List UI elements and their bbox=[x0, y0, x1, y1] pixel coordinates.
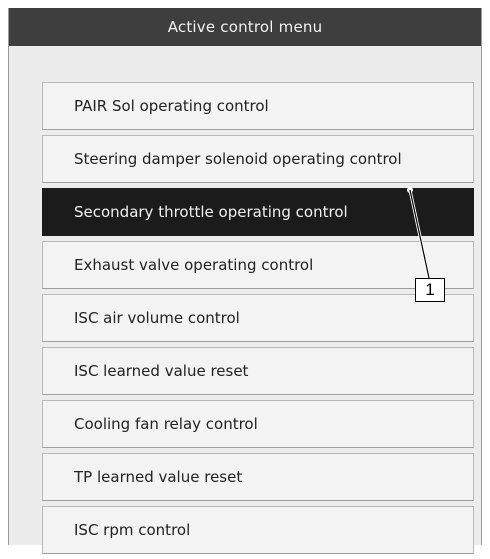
menu-item-label: TP learned value reset bbox=[74, 468, 243, 486]
menu-item-cooling-fan-relay-control[interactable]: Cooling fan relay control bbox=[42, 400, 474, 448]
menu-item-label: ISC rpm control bbox=[74, 521, 191, 539]
menu-item-exhaust-valve-operating-control[interactable]: Exhaust valve operating control bbox=[42, 241, 474, 289]
menu-item-pair-sol-operating-control[interactable]: PAIR Sol operating control bbox=[42, 82, 474, 130]
menu-item-isc-air-volume-control[interactable]: ISC air volume control bbox=[42, 294, 474, 342]
menu-item-label: Cooling fan relay control bbox=[74, 415, 258, 433]
menu-item-tp-learned-value-reset[interactable]: TP learned value reset bbox=[42, 453, 474, 501]
callout-number-label: 1 bbox=[415, 278, 445, 302]
menu-item-secondary-throttle-operating-control[interactable]: Secondary throttle operating control bbox=[42, 188, 474, 236]
menu-item-steering-damper-solenoid-operating-control[interactable]: Steering damper solenoid operating contr… bbox=[42, 135, 474, 183]
menu-item-label: Exhaust valve operating control bbox=[74, 256, 314, 274]
window-title: Active control menu bbox=[9, 8, 481, 46]
menu-item-isc-rpm-control[interactable]: ISC rpm control bbox=[42, 506, 474, 554]
menu-list: PAIR Sol operating control Steering damp… bbox=[42, 82, 474, 559]
menu-item-label: PAIR Sol operating control bbox=[74, 97, 269, 115]
menu-item-isc-learned-value-reset[interactable]: ISC learned value reset bbox=[42, 347, 474, 395]
menu-item-label: Secondary throttle operating control bbox=[74, 203, 348, 221]
menu-item-label: ISC learned value reset bbox=[74, 362, 249, 380]
active-control-menu-window: Active control menu PAIR Sol operating c… bbox=[8, 8, 482, 554]
menu-item-label: Steering damper solenoid operating contr… bbox=[74, 150, 402, 168]
menu-item-label: ISC air volume control bbox=[74, 309, 240, 327]
